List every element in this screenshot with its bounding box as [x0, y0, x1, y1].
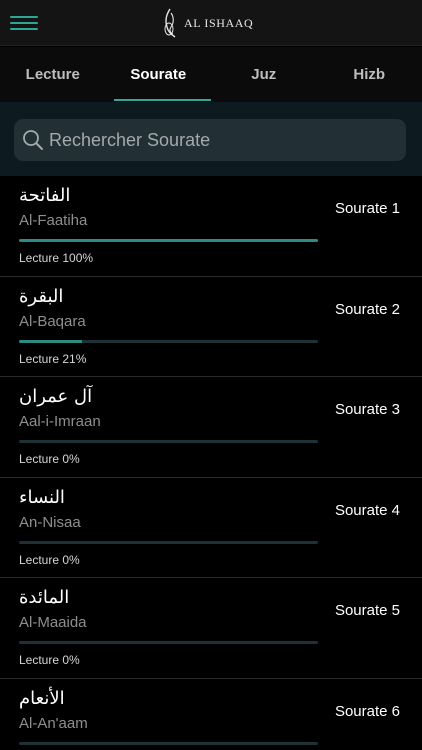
search-input[interactable] — [49, 129, 389, 151]
reading-progress-bar — [19, 540, 318, 544]
reading-progress-label: Lecture 0% — [19, 653, 80, 667]
sourate-name: Aal-i-Imraan — [19, 413, 101, 430]
sourate-number: Sourate 1 — [334, 200, 400, 217]
sourate-name: An-Nisaa — [19, 513, 81, 531]
sourate-row-2[interactable]: البقرة Al-Baqara Lecture 21% Sourate 2 — [0, 277, 422, 377]
sourate-row-5[interactable]: المائدة Al-Maaida Lecture 0% Sourate 5 — [0, 578, 422, 679]
top-bar: AL ISHAAQ — [0, 0, 422, 46]
sourate-name: Al-Faatiha — [19, 212, 88, 229]
sourate-row-4[interactable]: النساء An-Nisaa Lecture 0% Sourate 4 — [0, 478, 422, 578]
sourate-row-1[interactable]: الفاتحة Al-Faatiha Lecture 100% Sourate … — [0, 176, 422, 277]
sourate-list: الفاتحة Al-Faatiha Lecture 100% Sourate … — [0, 176, 422, 750]
sourate-number: Sourate 2 — [334, 300, 400, 318]
search-icon — [23, 130, 43, 150]
reading-progress-bar — [19, 641, 318, 644]
reading-progress-bar — [19, 339, 318, 343]
sourate-arabic-name: الفاتحة — [19, 185, 71, 206]
sourate-arabic-name: الأنعام — [19, 687, 65, 709]
tab-bar: Lecture Sourate Juz Hizb — [0, 47, 422, 102]
sourate-number: Sourate 3 — [334, 401, 400, 418]
sourate-arabic-name: البقرة — [19, 285, 64, 307]
tab-juz[interactable]: Juz — [211, 47, 317, 102]
sourate-row-3[interactable]: آل عمران Aal-i-Imraan Lecture 0% Sourate… — [0, 377, 422, 478]
sourate-name: Al-Baqara — [19, 312, 86, 330]
reading-progress-bar — [19, 239, 318, 242]
reading-progress-bar — [19, 440, 318, 443]
reading-progress-label: Lecture 0% — [19, 452, 80, 466]
logo-emblem-icon — [164, 8, 176, 38]
search-area — [0, 102, 422, 176]
app-logo: AL ISHAAQ — [160, 6, 253, 40]
sourate-arabic-name: المائدة — [19, 587, 70, 608]
search-box[interactable] — [14, 119, 406, 161]
tab-lecture[interactable]: Lecture — [0, 47, 106, 102]
sourate-name: Al-Maaida — [19, 614, 87, 631]
reading-progress-label: Lecture 21% — [19, 351, 87, 366]
sourate-number: Sourate 5 — [334, 602, 400, 619]
sourate-row-6[interactable]: الأنعام Al-An'aam Sourate 6 — [0, 679, 422, 750]
sourate-arabic-name: النساء — [19, 486, 65, 508]
tab-sourate[interactable]: Sourate — [106, 47, 212, 102]
logo-text: AL ISHAAQ — [184, 15, 254, 30]
reading-progress-label: Lecture 0% — [19, 552, 80, 567]
hamburger-menu-icon[interactable] — [10, 12, 38, 34]
reading-progress-bar — [19, 741, 318, 745]
tab-hizb[interactable]: Hizb — [317, 47, 422, 102]
sourate-number: Sourate 4 — [334, 501, 400, 519]
sourate-arabic-name: آل عمران — [19, 386, 93, 407]
sourate-number: Sourate 6 — [334, 702, 400, 720]
sourate-name: Al-An'aam — [19, 714, 88, 732]
reading-progress-label: Lecture 100% — [19, 251, 94, 265]
